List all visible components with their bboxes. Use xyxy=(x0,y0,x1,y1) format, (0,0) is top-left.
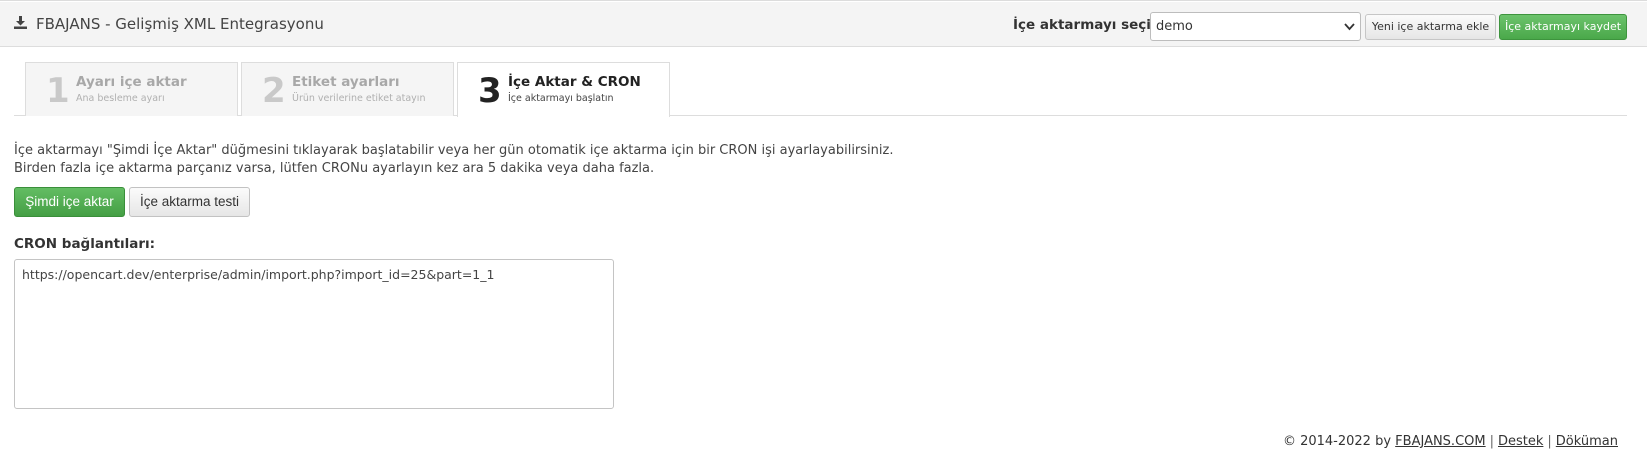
download-icon xyxy=(14,16,27,29)
cron-links-label: CRON bağlantıları: xyxy=(14,236,156,252)
tab-title: İçe Aktar & CRON xyxy=(508,74,641,90)
company-link[interactable]: FBAJANS.COM xyxy=(1395,434,1485,449)
cron-links-textarea[interactable]: https://opencart.dev/enterprise/admin/im… xyxy=(14,259,614,409)
footer-separator: | xyxy=(1489,434,1494,449)
import-test-button[interactable]: İçe aktarma testi xyxy=(129,187,250,217)
tab-subtitle: Ana besleme ayarı xyxy=(76,93,165,104)
save-import-button[interactable]: İçe aktarmayı kaydet xyxy=(1499,14,1627,40)
xml-integration-panel: FBAJANS - Gelişmiş XML Entegrasyonu İçe … xyxy=(0,0,1647,475)
panel-header: FBAJANS - Gelişmiş XML Entegrasyonu İçe … xyxy=(0,2,1647,47)
cron-url: https://opencart.dev/enterprise/admin/im… xyxy=(22,267,495,282)
copyright-text: © 2014-2022 by xyxy=(1282,434,1392,449)
import-select[interactable]: demo xyxy=(1150,12,1361,41)
tab-title: Ayarı içe aktar xyxy=(76,74,187,90)
support-link[interactable]: Destek xyxy=(1498,434,1543,449)
tab-number: 1 xyxy=(46,71,70,111)
import-select-value: demo xyxy=(1156,19,1193,34)
tab-import-cron[interactable]: 3 İçe Aktar & CRON İçe aktarmayı başlatı… xyxy=(457,62,670,117)
chevron-down-icon xyxy=(1344,23,1355,31)
footer-separator: | xyxy=(1547,434,1552,449)
tab-title: Etiket ayarları xyxy=(292,74,400,90)
docs-link[interactable]: Döküman xyxy=(1556,434,1618,449)
tab-subtitle: İçe aktarmayı başlatın xyxy=(508,93,614,104)
tab-tag-settings[interactable]: 2 Etiket ayarları Ürün verilerine etiket… xyxy=(241,62,454,116)
footer: © 2014-2022 by FBAJANS.COM | Destek | Döküma… xyxy=(1283,434,1618,449)
page-title: FBAJANS - Gelişmiş XML Entegrasyonu xyxy=(36,15,324,33)
import-select-label: İçe aktarmayı seçin: xyxy=(1013,17,1166,33)
tab-subtitle: Ürün verilerine etiket atayın xyxy=(292,93,426,104)
import-description: İçe aktarmayı "Şimdi İçe Aktar" düğmesin… xyxy=(14,142,893,178)
tab-number: 2 xyxy=(262,71,286,111)
tab-import-settings[interactable]: 1 Ayarı içe aktar Ana besleme ayarı xyxy=(25,62,238,116)
description-line-2: Birden fazla içe aktarma parçanız varsa,… xyxy=(14,161,655,176)
tab-number: 3 xyxy=(478,71,502,111)
add-import-button[interactable]: Yeni içe aktarma ekle xyxy=(1365,14,1496,40)
description-line-1: İçe aktarmayı "Şimdi İçe Aktar" düğmesin… xyxy=(14,143,894,158)
import-now-button[interactable]: Şimdi içe aktar xyxy=(14,187,125,217)
